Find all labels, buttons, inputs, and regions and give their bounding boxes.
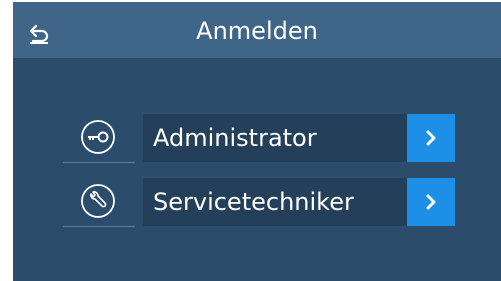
page-title: Anmelden xyxy=(196,17,318,45)
back-arrow-icon xyxy=(29,24,49,44)
user-button-administrator[interactable]: Administrator xyxy=(143,114,455,162)
login-screen: Anmelden Administrator Servicetechniker xyxy=(13,2,501,281)
user-label: Administrator xyxy=(153,124,317,152)
chevron-right-icon[interactable] xyxy=(407,114,455,162)
user-button-servicetechniker[interactable]: Servicetechniker xyxy=(143,178,455,226)
user-label: Servicetechniker xyxy=(153,188,354,216)
chevron-right-icon[interactable] xyxy=(407,178,455,226)
header-bar: Anmelden xyxy=(13,2,501,58)
wrench-icon xyxy=(79,182,117,220)
back-button[interactable] xyxy=(21,14,57,48)
key-icon xyxy=(79,118,117,156)
row-divider xyxy=(63,162,135,163)
row-divider xyxy=(63,226,135,227)
